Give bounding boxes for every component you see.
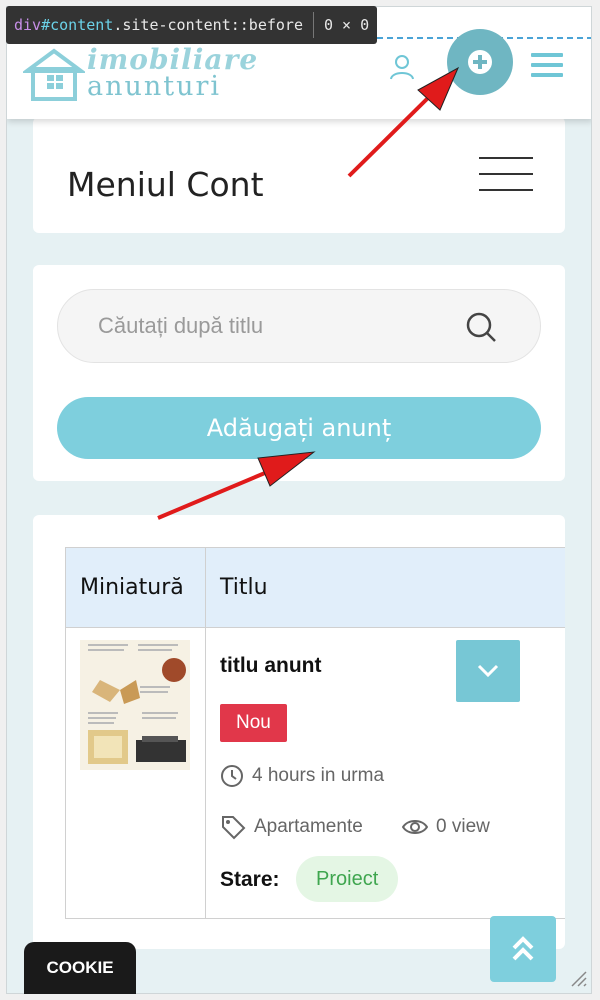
house-logo-icon bbox=[23, 48, 85, 101]
row-actions-dropdown[interactable] bbox=[456, 640, 520, 702]
scroll-to-top-button[interactable] bbox=[490, 916, 556, 982]
listing-category: Apartamente bbox=[220, 814, 363, 840]
plus-circle-icon bbox=[468, 50, 492, 74]
listings-table: Miniatură Titlu titlu anunt Nou 4 hours … bbox=[65, 547, 565, 919]
search-input[interactable] bbox=[98, 290, 478, 362]
user-icon[interactable] bbox=[388, 53, 416, 81]
double-chevron-up-icon bbox=[512, 936, 534, 961]
app-frame: imobiliare anunturi Meniul Cont Căutați … bbox=[6, 6, 592, 994]
account-menu-card: Meniul Cont bbox=[33, 117, 565, 233]
devtools-size: 0 × 0 bbox=[324, 16, 370, 34]
listing-title[interactable]: titlu anunt bbox=[220, 654, 321, 678]
hamburger-icon[interactable] bbox=[531, 53, 563, 81]
clock-icon bbox=[221, 765, 243, 787]
account-menu-toggle[interactable] bbox=[479, 157, 533, 193]
tag-icon bbox=[222, 816, 246, 840]
site-logo[interactable]: imobiliare anunturi bbox=[23, 43, 257, 105]
chevron-down-icon bbox=[477, 664, 499, 678]
column-header-thumbnail: Miniatură bbox=[66, 548, 206, 627]
search-box bbox=[57, 289, 541, 363]
devtools-selector: div#content.site-content::before bbox=[14, 16, 303, 34]
listings-card: Miniatură Titlu titlu anunt Nou 4 hours … bbox=[33, 515, 565, 949]
add-listing-button[interactable] bbox=[447, 29, 513, 95]
cookie-button[interactable]: COOKIE bbox=[24, 942, 136, 994]
listing-time: 4 hours in urma bbox=[220, 764, 384, 788]
new-badge: Nou bbox=[220, 704, 287, 742]
thumbnail-cell bbox=[66, 628, 206, 918]
status-label: Stare: bbox=[220, 868, 280, 891]
add-ad-button[interactable]: Adăugați anunț bbox=[57, 397, 541, 459]
search-card: Adăugați anunț bbox=[33, 265, 565, 481]
account-menu-title: Meniul Cont bbox=[67, 165, 264, 204]
category-text[interactable]: Apartamente bbox=[254, 816, 363, 838]
time-text: 4 hours in urma bbox=[252, 765, 385, 786]
resize-handle-icon[interactable] bbox=[568, 968, 588, 988]
views-text: 0 view bbox=[436, 816, 490, 837]
eye-icon bbox=[402, 820, 428, 834]
logo-text-bottom: anunturi bbox=[87, 71, 222, 102]
search-icon[interactable] bbox=[464, 310, 500, 346]
listing-thumbnail[interactable] bbox=[80, 640, 190, 770]
table-row: titlu anunt Nou 4 hours in urma Apartame… bbox=[66, 628, 565, 918]
column-header-title: Titlu bbox=[220, 575, 268, 600]
devtools-tooltip: div#content.site-content::before 0 × 0 bbox=[6, 6, 378, 44]
table-header: Miniatură Titlu bbox=[66, 548, 565, 628]
title-cell: titlu anunt Nou 4 hours in urma Apartame… bbox=[206, 628, 565, 918]
listing-views: 0 view bbox=[402, 816, 490, 838]
status-badge: Proiect bbox=[296, 856, 399, 902]
